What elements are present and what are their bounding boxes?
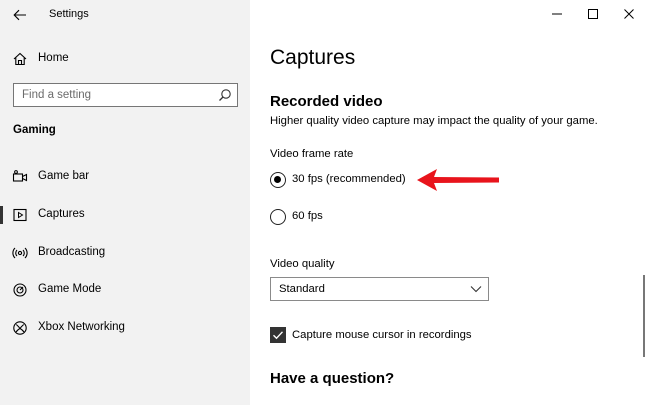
section-description: Higher quality video capture may impact … <box>270 115 598 127</box>
maximize-button[interactable] <box>576 0 610 28</box>
scrollbar-thumb[interactable] <box>643 275 645 357</box>
sidebar-item-label: Game Mode <box>38 283 102 295</box>
capture-cursor-checkbox[interactable] <box>270 327 286 343</box>
video-quality-label: Video quality <box>270 258 335 270</box>
sidebar-item-label: Home <box>38 52 69 64</box>
sidebar-item-game-bar[interactable]: Game bar <box>0 164 250 190</box>
sidebar-item-label: Game bar <box>38 170 90 182</box>
radio-label-60fps: 60 fps <box>292 210 323 222</box>
home-icon <box>13 52 27 66</box>
captures-icon <box>13 208 27 222</box>
chevron-down-icon <box>470 286 482 293</box>
search-input[interactable]: Find a setting <box>13 83 238 107</box>
radio-button-30fps[interactable] <box>270 172 286 188</box>
video-quality-dropdown[interactable]: Standard <box>270 277 489 301</box>
sidebar-item-xbox-networking[interactable]: Xbox Networking <box>0 315 250 341</box>
sidebar-item-game-mode[interactable]: Game Mode <box>0 277 250 303</box>
sidebar-section-title: Gaming <box>13 124 56 136</box>
page-title: Captures <box>270 46 356 69</box>
game-bar-icon <box>12 170 28 182</box>
back-button[interactable] <box>6 2 34 28</box>
search-icon[interactable] <box>218 88 232 102</box>
sidebar-item-label: Captures <box>38 208 85 220</box>
annotation-arrow-icon <box>417 169 499 191</box>
radio-label-30fps: 30 fps (recommended) <box>292 173 406 185</box>
app-title: Settings <box>49 8 89 20</box>
sidebar-item-broadcasting[interactable]: Broadcasting <box>0 240 250 266</box>
sidebar-item-label: Xbox Networking <box>38 321 125 333</box>
sidebar-item-captures[interactable]: Captures <box>0 202 250 228</box>
xbox-icon <box>13 321 27 335</box>
capture-cursor-label: Capture mouse cursor in recordings <box>292 329 472 341</box>
broadcasting-icon <box>12 247 28 259</box>
main-content: Captures Recorded video Higher quality v… <box>250 0 648 405</box>
question-heading: Have a question? <box>270 370 395 387</box>
frame-rate-label: Video frame rate <box>270 148 354 160</box>
video-quality-value: Standard <box>279 283 325 295</box>
minimize-button[interactable] <box>540 0 574 28</box>
minimize-icon <box>552 13 562 15</box>
maximize-icon <box>588 9 598 19</box>
section-title-recorded-video: Recorded video <box>270 93 383 110</box>
back-arrow-icon <box>13 9 26 21</box>
sidebar-item-label: Broadcasting <box>38 246 106 258</box>
sidebar-item-home[interactable]: Home <box>0 48 250 70</box>
sidebar: Settings Home Find a setting Gaming Game… <box>0 0 250 405</box>
close-button[interactable] <box>612 0 646 28</box>
search-placeholder: Find a setting <box>22 89 92 101</box>
checkmark-icon <box>273 331 284 340</box>
close-icon <box>624 9 634 19</box>
radio-button-60fps[interactable] <box>270 209 286 225</box>
game-mode-icon <box>13 283 27 297</box>
